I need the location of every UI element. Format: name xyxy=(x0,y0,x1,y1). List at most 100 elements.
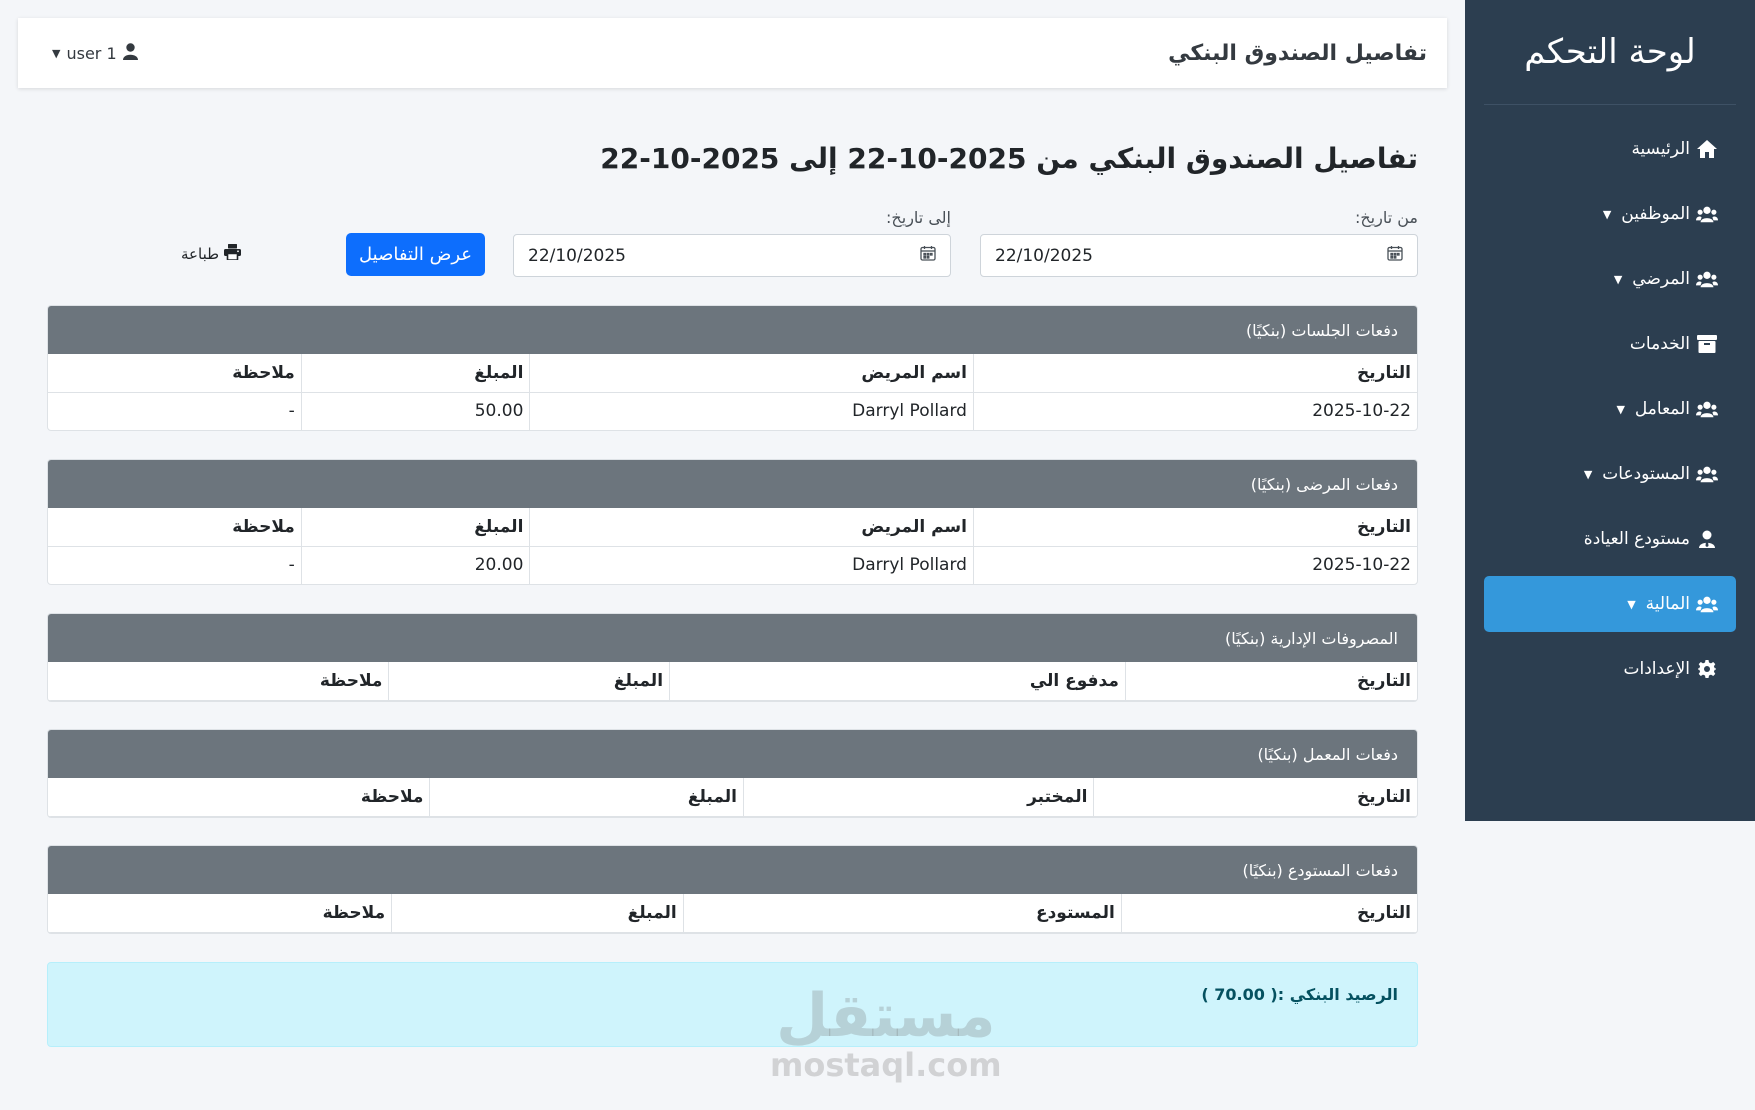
sidebar-item-clinic-warehouse[interactable]: مستودع العيادة xyxy=(1484,511,1736,567)
sidebar-item-label: الرئيسية xyxy=(1631,139,1690,159)
calendar-icon xyxy=(920,245,936,266)
sessions-payments-card: دفعات الجلسات (بنكيًا) التاريخ اسم المري… xyxy=(47,305,1418,431)
print-button[interactable]: طباعة xyxy=(181,244,242,264)
lab-payments-card: دفعات المعمل (بنكيًا) التاريخ المختبر ال… xyxy=(47,729,1418,818)
watermark-logo: مستقل mostaql.com xyxy=(770,985,1002,1083)
sidebar-item-label: المعامل xyxy=(1634,399,1690,419)
patients-payments-card: دفعات المرضى (بنكيًا) التاريخ اسم المريض… xyxy=(47,459,1418,585)
sidebar-item-labs[interactable]: المعامل ▼ xyxy=(1484,381,1736,437)
column-header: مدفوع الي xyxy=(669,662,1126,701)
topbar-title: تفاصيل الصندوق البنكي xyxy=(1168,40,1427,66)
sidebar-item-services[interactable]: الخدمات xyxy=(1484,316,1736,372)
sidebar-item-label: الخدمات xyxy=(1629,334,1690,354)
sidebar-item-label: الإعدادات xyxy=(1623,659,1690,679)
table-header-row: التاريخ اسم المريض المبلغ ملاحظة xyxy=(48,354,1417,393)
sidebar: لوحة التحكم الرئيسية الموظفين ▼ المرضي ▼… xyxy=(1465,0,1755,821)
patients-payments-table: التاريخ اسم المريض المبلغ ملاحظة 2025-10… xyxy=(48,508,1417,584)
card-header: دفعات المستودع (بنكيًا) xyxy=(48,846,1417,894)
table-header-row: التاريخ اسم المريض المبلغ ملاحظة xyxy=(48,508,1417,547)
to-date-label: إلى تاريخ: xyxy=(886,208,951,227)
column-header: ملاحظة xyxy=(48,778,430,817)
users-icon xyxy=(1696,595,1718,613)
user-tie-icon xyxy=(1696,530,1718,548)
sidebar-item-patients[interactable]: المرضي ▼ xyxy=(1484,251,1736,307)
users-icon xyxy=(1696,400,1718,418)
sidebar-item-label: الموظفين xyxy=(1621,204,1690,224)
to-date-field: إلى تاريخ: 22/10/2025 xyxy=(513,208,951,277)
table-header-row: التاريخ مدفوع الي المبلغ ملاحظة xyxy=(48,662,1417,701)
sessions-payments-table: التاريخ اسم المريض المبلغ ملاحظة 2025-10… xyxy=(48,354,1417,430)
user-icon xyxy=(122,42,138,64)
table-cell: - xyxy=(288,401,295,422)
printer-icon xyxy=(224,244,242,264)
column-header: اسم المريض xyxy=(529,508,974,547)
table-cell: 2025-10-22 xyxy=(972,546,1417,584)
gear-icon xyxy=(1696,660,1718,678)
column-header: اسم المريض xyxy=(529,354,974,393)
from-date-field: من تاريخ: 22/10/2025 xyxy=(980,208,1418,277)
column-header: التاريخ xyxy=(972,354,1417,393)
table-cell: 20.00 xyxy=(300,546,530,584)
sidebar-item-settings[interactable]: الإعدادات xyxy=(1484,641,1736,697)
date-filter-form: من تاريخ: 22/10/2025 إلى تاريخ: 22/10/20… xyxy=(47,208,1418,278)
column-header: ملاحظة xyxy=(48,662,389,701)
caret-down-icon: ▼ xyxy=(52,46,61,60)
watermark-latin: mostaql.com xyxy=(770,1046,1002,1084)
column-header: المبلغ xyxy=(300,508,530,547)
box-icon xyxy=(1696,335,1718,353)
users-icon xyxy=(1696,270,1718,288)
from-date-label: من تاريخ: xyxy=(1354,208,1418,227)
column-header: ملاحظة xyxy=(48,354,302,393)
card-header: دفعات المعمل (بنكيًا) xyxy=(48,730,1417,778)
column-header: ملاحظة xyxy=(48,894,392,933)
column-header: ملاحظة xyxy=(48,508,302,547)
sidebar-item-home[interactable]: الرئيسية xyxy=(1484,121,1736,177)
admin-expenses-table: التاريخ مدفوع الي المبلغ ملاحظة xyxy=(48,662,1417,701)
sidebar-item-employees[interactable]: الموظفين ▼ xyxy=(1484,186,1736,242)
page-title: تفاصيل الصندوق البنكي من 2025-10-22 إلى … xyxy=(600,142,1418,175)
show-details-button[interactable]: عرض التفاصيل xyxy=(346,233,485,276)
table-header-row: التاريخ المستودع المبلغ ملاحظة xyxy=(48,894,1417,933)
table-cell: 50.00 xyxy=(300,392,530,430)
card-header: دفعات الجلسات (بنكيًا) xyxy=(48,306,1417,354)
table-row: 2025-10-22 Darryl Pollard 50.00 - xyxy=(48,392,1417,430)
sidebar-item-label: المرضي xyxy=(1632,269,1690,289)
users-icon xyxy=(1696,205,1718,223)
watermark-arabic: مستقل xyxy=(776,981,996,1051)
caret-down-icon: ▼ xyxy=(1602,207,1612,221)
print-label: طباعة xyxy=(181,245,220,263)
table-cell: Darryl Pollard xyxy=(529,392,974,430)
user-menu[interactable]: ▼ user 1 xyxy=(38,42,138,64)
sidebar-item-label: المستودعات xyxy=(1602,464,1690,484)
table-cell: Darryl Pollard xyxy=(529,546,974,584)
user-name: user 1 xyxy=(66,43,117,63)
table-cell: 2025-10-22 xyxy=(972,392,1417,430)
home-icon xyxy=(1696,140,1718,158)
column-header: المبلغ xyxy=(300,354,530,393)
lab-payments-table: التاريخ المختبر المبلغ ملاحظة xyxy=(48,778,1417,817)
sidebar-item-label: مستودع العيادة xyxy=(1583,529,1690,549)
card-header: دفعات المرضى (بنكيًا) xyxy=(48,460,1417,508)
caret-down-icon: ▼ xyxy=(1583,467,1593,481)
caret-down-icon: ▼ xyxy=(1616,402,1625,416)
caret-down-icon: ▼ xyxy=(1613,272,1623,286)
table-cell: - xyxy=(288,555,295,576)
column-header: المبلغ xyxy=(391,894,684,933)
caret-down-icon: ▼ xyxy=(1627,597,1636,611)
column-header: التاريخ xyxy=(1120,894,1417,933)
column-header: المستودع xyxy=(682,894,1122,933)
column-header: التاريخ xyxy=(1124,662,1417,701)
column-header: المبلغ xyxy=(388,662,670,701)
to-date-input[interactable]: 22/10/2025 xyxy=(513,234,951,277)
topbar: تفاصيل الصندوق البنكي ▼ user 1 xyxy=(18,18,1447,88)
sidebar-item-finance[interactable]: المالية ▼ xyxy=(1484,576,1736,632)
card-header: المصروفات الإدارية (بنكيًا) xyxy=(48,614,1417,662)
warehouse-payments-card: دفعات المستودع (بنكيًا) التاريخ المستودع… xyxy=(47,845,1418,934)
from-date-value: 22/10/2025 xyxy=(995,245,1093,266)
sidebar-item-warehouses[interactable]: المستودعات ▼ xyxy=(1484,446,1736,502)
column-header: التاريخ xyxy=(1093,778,1417,817)
table-row: 2025-10-22 Darryl Pollard 20.00 - xyxy=(48,546,1417,584)
table-header-row: التاريخ المختبر المبلغ ملاحظة xyxy=(48,778,1417,817)
users-icon xyxy=(1696,465,1718,483)
from-date-input[interactable]: 22/10/2025 xyxy=(980,234,1418,277)
